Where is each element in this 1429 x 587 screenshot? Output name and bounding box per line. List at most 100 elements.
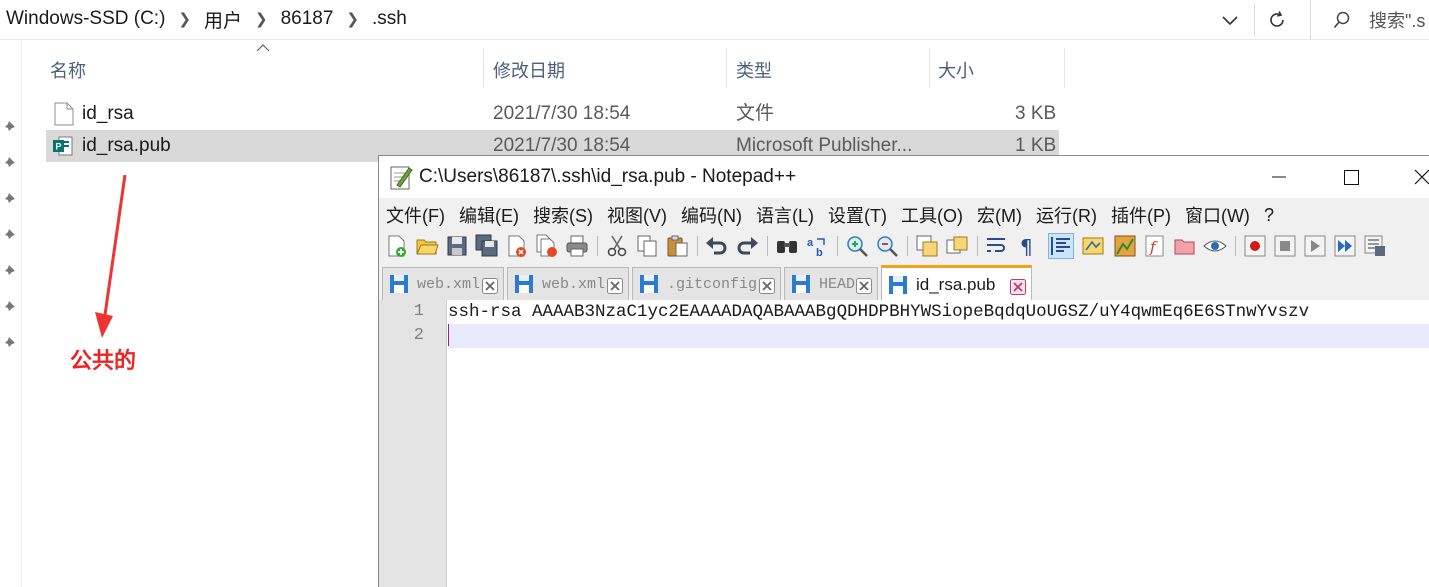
file-name[interactable]: id_rsa.pub [82,130,171,162]
breadcrumb-ssh[interactable]: .ssh [372,8,407,30]
toolbar-separator [697,236,698,256]
tab-head[interactable]: HEAD [784,267,878,300]
tab-close-icon[interactable] [482,278,498,294]
text-caret [448,324,449,346]
user-lang-icon[interactable] [1081,234,1105,258]
print-icon[interactable] [565,234,589,258]
menu-plugins[interactable]: 插件(P) [1111,202,1171,228]
save-all-icon[interactable] [475,234,499,258]
function-list-icon[interactable]: f [1143,234,1167,258]
file-row[interactable]: id_rsa 2021/7/30 18:54 文件 3 KB [46,98,1059,130]
address-bar[interactable]: Windows-SSD (C:) ❯ 用户 ❯ 86187 ❯ .ssh 搜索"… [0,0,1429,40]
svg-text:P: P [55,142,61,152]
folder-workspace-icon[interactable] [1173,234,1197,258]
pin-icon[interactable] [2,228,16,242]
text-editor[interactable]: 1 2 ssh-rsa AAAAB3NzaC1yc2EAAAADAQABAAAB… [379,300,1429,587]
title-bar[interactable]: C:\Users\86187\.ssh\id_rsa.pub - Notepad… [379,156,1429,198]
column-header-type[interactable]: 类型 [736,52,772,88]
menu-view[interactable]: 视图(V) [607,202,667,228]
doc-map-icon[interactable] [1113,234,1137,258]
tab-close-icon[interactable] [1010,279,1026,295]
menu-language[interactable]: 语言(L) [756,202,814,228]
sync-vertical-icon[interactable] [915,234,939,258]
menu-tools[interactable]: 工具(O) [901,202,963,228]
toolbar: ab ¶ f [379,230,1429,262]
chevron-right-icon[interactable]: ❯ [255,10,268,28]
save-icon[interactable] [445,234,469,258]
column-divider[interactable] [726,48,727,88]
column-divider[interactable] [483,48,484,88]
menu-encoding[interactable]: 编码(N) [681,202,742,228]
play-macro-icon[interactable] [1303,234,1327,258]
close-icon [1414,169,1429,185]
address-dropdown-button[interactable] [1213,8,1247,34]
menu-search[interactable]: 搜索(S) [533,202,593,228]
copy-icon[interactable] [635,234,659,258]
close-all-icon[interactable] [535,234,559,258]
show-all-chars-icon[interactable]: ¶ [1015,234,1039,258]
redo-icon[interactable] [735,234,759,258]
code-line-current[interactable] [448,324,1429,348]
open-file-icon[interactable] [415,234,439,258]
pin-icon[interactable] [2,156,16,170]
breadcrumb-drive[interactable]: Windows-SSD (C:) [6,8,165,30]
minimize-button[interactable] [1256,162,1302,192]
minimize-icon [1272,176,1286,178]
paste-icon[interactable] [665,234,689,258]
indent-guide-icon[interactable] [1048,233,1074,259]
save-icon [889,275,907,294]
find-icon[interactable] [775,234,799,258]
maximize-button[interactable] [1328,162,1374,192]
tab-id-rsa-pub[interactable]: id_rsa.pub [881,265,1032,301]
breadcrumb-users[interactable]: 用户 [204,6,242,33]
chevron-right-icon[interactable]: ❯ [346,10,359,28]
code-line[interactable]: ssh-rsa AAAAB3NzaC1yc2EAAAADAQABAAABgQDH… [448,300,1429,324]
tab-close-icon[interactable] [759,278,775,294]
tab-web-xml[interactable]: web.xml [382,267,504,300]
save-macro-icon[interactable] [1363,234,1387,258]
file-name[interactable]: id_rsa [82,98,134,130]
menu-run[interactable]: 运行(R) [1036,202,1097,228]
search-input[interactable]: 搜索".s [1310,0,1429,40]
menu-window[interactable]: 窗口(W) [1185,202,1250,228]
file-type: 文件 [736,103,775,124]
monitoring-icon[interactable] [1203,234,1227,258]
menu-edit[interactable]: 编辑(E) [459,202,519,228]
menu-settings[interactable]: 设置(T) [828,202,887,228]
pin-icon[interactable] [2,336,16,350]
undo-icon[interactable] [705,234,729,258]
replace-icon[interactable]: ab [805,234,829,258]
pin-icon[interactable] [2,264,16,278]
new-file-icon[interactable] [385,234,409,258]
menu-macro[interactable]: 宏(M) [977,202,1022,228]
tab-web-xml[interactable]: web.xml [507,267,629,300]
column-header-name[interactable]: 名称 [50,52,86,88]
menu-file[interactable]: 文件(F) [386,202,445,228]
sync-horizontal-icon[interactable] [945,234,969,258]
stop-macro-icon[interactable] [1273,234,1297,258]
chevron-right-icon[interactable]: ❯ [178,10,191,28]
tab-close-icon[interactable] [856,278,872,294]
pin-icon[interactable] [2,300,16,314]
column-header-modified[interactable]: 修改日期 [493,52,565,88]
cut-icon[interactable] [605,234,629,258]
pin-icon[interactable] [2,120,16,134]
save-icon [792,275,810,293]
zoom-out-icon[interactable] [875,234,899,258]
run-macro-multiple-icon[interactable] [1333,234,1357,258]
refresh-button[interactable] [1254,3,1298,37]
close-file-icon[interactable] [505,234,529,258]
column-header-size[interactable]: 大小 [938,52,974,88]
zoom-in-icon[interactable] [845,234,869,258]
toolbar-separator [907,236,908,256]
menu-help[interactable]: ? [1264,205,1274,226]
column-divider[interactable] [1064,48,1065,88]
column-divider[interactable] [929,48,930,88]
word-wrap-icon[interactable] [985,234,1009,258]
tab-gitconfig[interactable]: .gitconfig [632,267,781,300]
tab-close-icon[interactable] [607,278,623,294]
breadcrumb-user[interactable]: 86187 [281,8,334,30]
pin-icon[interactable] [2,192,16,206]
record-macro-icon[interactable] [1243,234,1267,258]
close-button[interactable] [1399,162,1429,192]
